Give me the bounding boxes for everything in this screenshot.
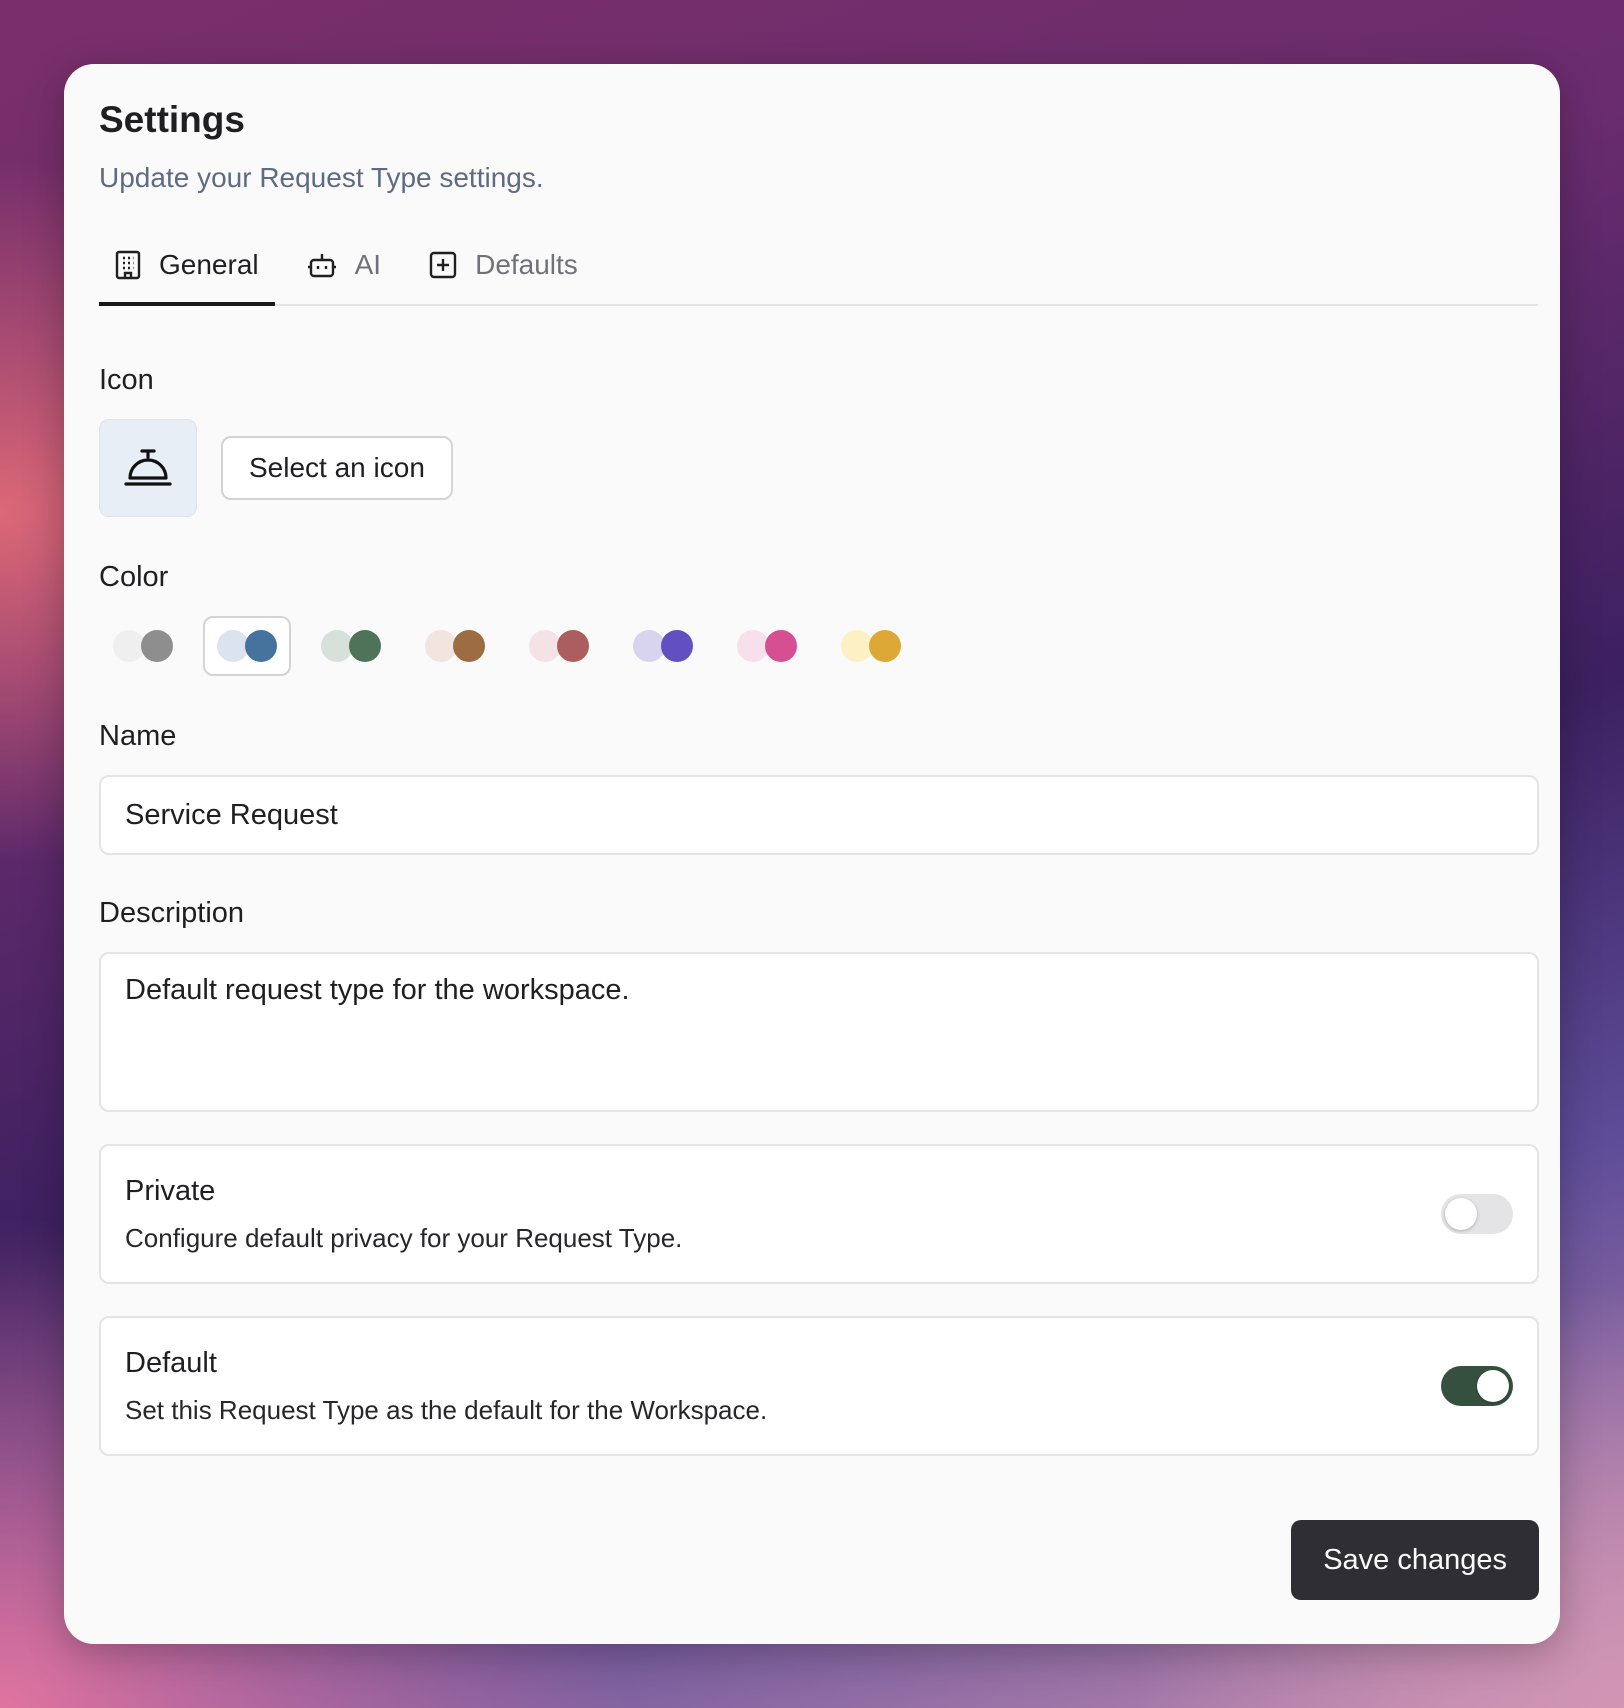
icon-row: Select an icon bbox=[99, 419, 1538, 517]
swatch-dark-dot bbox=[557, 630, 589, 662]
color-swatch-pink[interactable] bbox=[723, 616, 811, 676]
swatch-dark-dot bbox=[453, 630, 485, 662]
tab-general[interactable]: General bbox=[99, 228, 275, 306]
description-textarea[interactable]: Default request type for the workspace. bbox=[99, 952, 1539, 1112]
default-option: Default Set this Request Type as the def… bbox=[99, 1316, 1539, 1456]
default-title: Default bbox=[125, 1347, 217, 1379]
swatch-dark-dot bbox=[661, 630, 693, 662]
private-option: Private Configure default privacy for yo… bbox=[99, 1144, 1539, 1284]
color-swatches bbox=[99, 616, 1538, 676]
color-swatch-purple[interactable] bbox=[619, 616, 707, 676]
private-title: Private bbox=[125, 1175, 216, 1207]
building-icon bbox=[115, 250, 141, 280]
toggle-knob bbox=[1477, 1370, 1509, 1402]
color-swatch-gray[interactable] bbox=[99, 616, 187, 676]
default-description: Set this Request Type as the default for… bbox=[125, 1395, 768, 1425]
tab-ai-label: AI bbox=[354, 249, 382, 280]
color-swatch-red[interactable] bbox=[515, 616, 603, 676]
default-toggle[interactable] bbox=[1441, 1366, 1513, 1406]
swatch-dark-dot bbox=[349, 630, 381, 662]
select-icon-button[interactable]: Select an icon bbox=[221, 436, 453, 500]
name-input[interactable]: Service Request bbox=[99, 775, 1539, 855]
private-toggle[interactable] bbox=[1441, 1194, 1513, 1234]
color-swatch-brown[interactable] bbox=[411, 616, 499, 676]
color-section-label: Color bbox=[99, 561, 169, 593]
name-label: Name bbox=[99, 720, 177, 752]
page-subtitle: Update your Request Type settings. bbox=[99, 162, 544, 193]
plus-square-icon bbox=[429, 251, 457, 279]
icon-section-label: Icon bbox=[99, 364, 154, 396]
tab-ai[interactable]: AI bbox=[291, 228, 397, 302]
save-changes-button[interactable]: Save changes bbox=[1291, 1520, 1539, 1600]
swatch-dark-dot bbox=[141, 630, 173, 662]
color-swatch-yellow[interactable] bbox=[827, 616, 915, 676]
settings-card: Settings Update your Request Type settin… bbox=[64, 64, 1560, 1644]
concierge-bell-icon bbox=[124, 449, 172, 486]
default-option-text: Default Set this Request Type as the def… bbox=[125, 1345, 767, 1427]
swatch-dark-dot bbox=[869, 630, 901, 662]
tab-defaults[interactable]: Defaults bbox=[413, 228, 594, 302]
swatch-dark-dot bbox=[245, 630, 277, 662]
tab-bar: General AI Defaults bbox=[99, 228, 1538, 306]
page-title: Settings bbox=[99, 99, 245, 140]
bot-icon bbox=[307, 254, 336, 278]
color-swatch-blue[interactable] bbox=[203, 616, 291, 676]
footer: Save changes bbox=[99, 1520, 1539, 1600]
color-swatch-green[interactable] bbox=[307, 616, 395, 676]
toggle-knob bbox=[1445, 1198, 1477, 1230]
description-label: Description bbox=[99, 897, 245, 929]
swatch-dark-dot bbox=[765, 630, 797, 662]
private-description: Configure default privacy for your Reque… bbox=[125, 1223, 683, 1253]
tab-defaults-label: Defaults bbox=[475, 249, 578, 280]
icon-preview bbox=[99, 419, 197, 517]
tab-general-label: General bbox=[159, 249, 259, 280]
private-option-text: Private Configure default privacy for yo… bbox=[125, 1173, 682, 1255]
